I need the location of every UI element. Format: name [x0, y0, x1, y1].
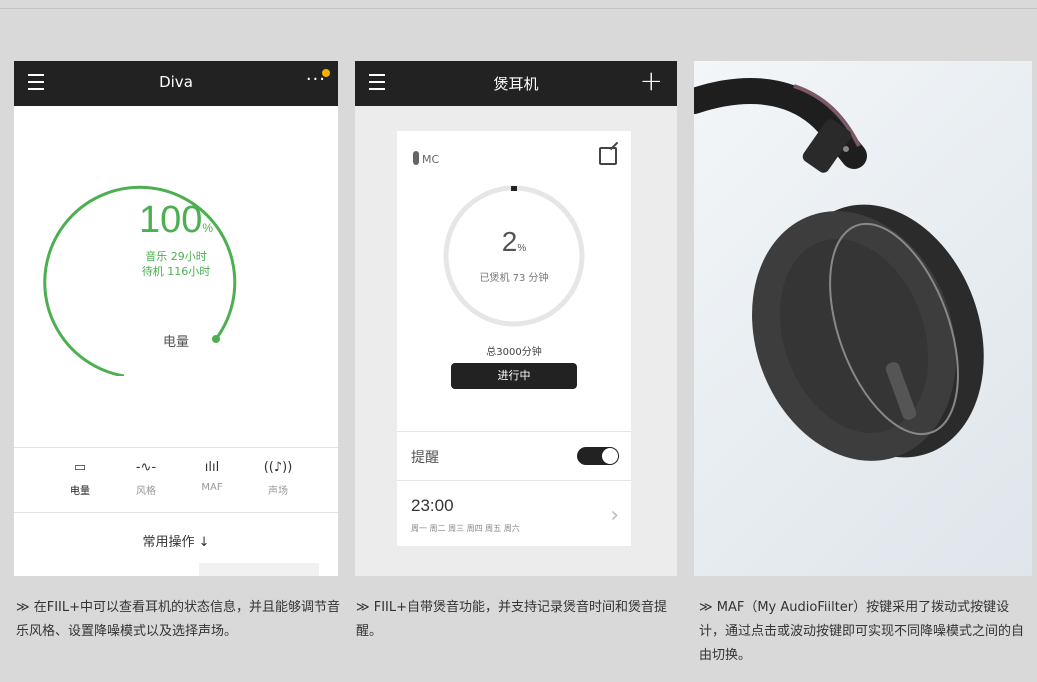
- reminder-toggle[interactable]: [577, 447, 619, 465]
- burn-in-total: 总3000分钟: [486, 347, 542, 358]
- battery-icon: ▭: [73, 460, 87, 475]
- headphone-illustration: [694, 78, 984, 461]
- top-border-line: [0, 8, 1037, 9]
- reminder-label: 提醒: [411, 450, 439, 466]
- battery-percent: 100%: [138, 199, 214, 241]
- tab-label: 声场: [268, 486, 288, 497]
- tab-label: MAF: [201, 482, 223, 493]
- caption-maf: ≫ MAF（My AudioFiilter）按键采用了拨动式按键设计，通过点击或…: [699, 600, 1025, 663]
- battery-label: 电量: [162, 335, 189, 350]
- toggle-knob: [602, 448, 618, 464]
- caption-status: ≫ 在FIIL+中可以查看耳机的状态信息，并且能够调节音乐风格、设置降噪模式以及…: [16, 600, 341, 639]
- tab-battery[interactable]: ▭ 电量: [50, 460, 110, 497]
- burn-in-screen: 煲耳机 + MC 2% 已煲机 73 分钟 总3000分钟 进行中 提醒 23:…: [355, 61, 677, 576]
- tab-label: 风格: [136, 486, 156, 497]
- device-name-title: Diva: [159, 73, 193, 91]
- burn-in-title: 煲耳机: [493, 75, 539, 93]
- top-app-bar: 煲耳机 +: [355, 61, 677, 106]
- reminder-row: 提醒: [397, 431, 631, 481]
- burn-in-percent: 2%: [501, 226, 527, 257]
- sound-bars-icon: ılıl: [204, 460, 220, 475]
- tab-sound-field[interactable]: ((♪)) 声场: [248, 460, 308, 497]
- add-icon[interactable]: +: [640, 67, 663, 95]
- caption-burn-in: ≫ FIIL+自带煲音功能，并支持记录煲音时间和煲音提醒。: [356, 600, 668, 639]
- top-app-bar: Diva ···: [14, 61, 338, 106]
- partial-card: [199, 563, 319, 576]
- burn-in-card: MC 2% 已煲机 73 分钟 总3000分钟 进行中 提醒 23:00 周一 …: [397, 131, 631, 546]
- common-operations-link[interactable]: 常用操作 ↓: [14, 531, 338, 550]
- progress-marker: [511, 186, 517, 191]
- tab-label: 电量: [70, 486, 90, 497]
- reminder-days: 周一 周二 周三 周四 周五 周六: [411, 524, 520, 533]
- headphone-photo: [694, 61, 1032, 576]
- chevron-right-icon[interactable]: ›: [610, 503, 619, 528]
- in-progress-button[interactable]: 进行中: [451, 363, 577, 389]
- burn-in-elapsed: 已煲机 73 分钟: [479, 273, 549, 284]
- tab-maf[interactable]: ılıl MAF: [182, 460, 242, 493]
- music-time: 音乐 29小时: [145, 250, 207, 263]
- tab-style[interactable]: -∿- 风格: [116, 460, 176, 497]
- notification-badge: [322, 69, 330, 77]
- feature-tabs: ▭ 电量 -∿- 风格 ılıl MAF ((♪)) 声场: [14, 447, 338, 513]
- fiil-status-screen: Diva ··· 100% 音乐 29小时 待机 116小时 电量 ▭ 电量 -…: [14, 61, 338, 576]
- surround-sound-icon: ((♪)): [263, 460, 293, 475]
- waveform-icon: -∿-: [135, 460, 157, 475]
- standby-time: 待机 116小时: [141, 265, 211, 278]
- reminder-time[interactable]: 23:00: [411, 496, 454, 516]
